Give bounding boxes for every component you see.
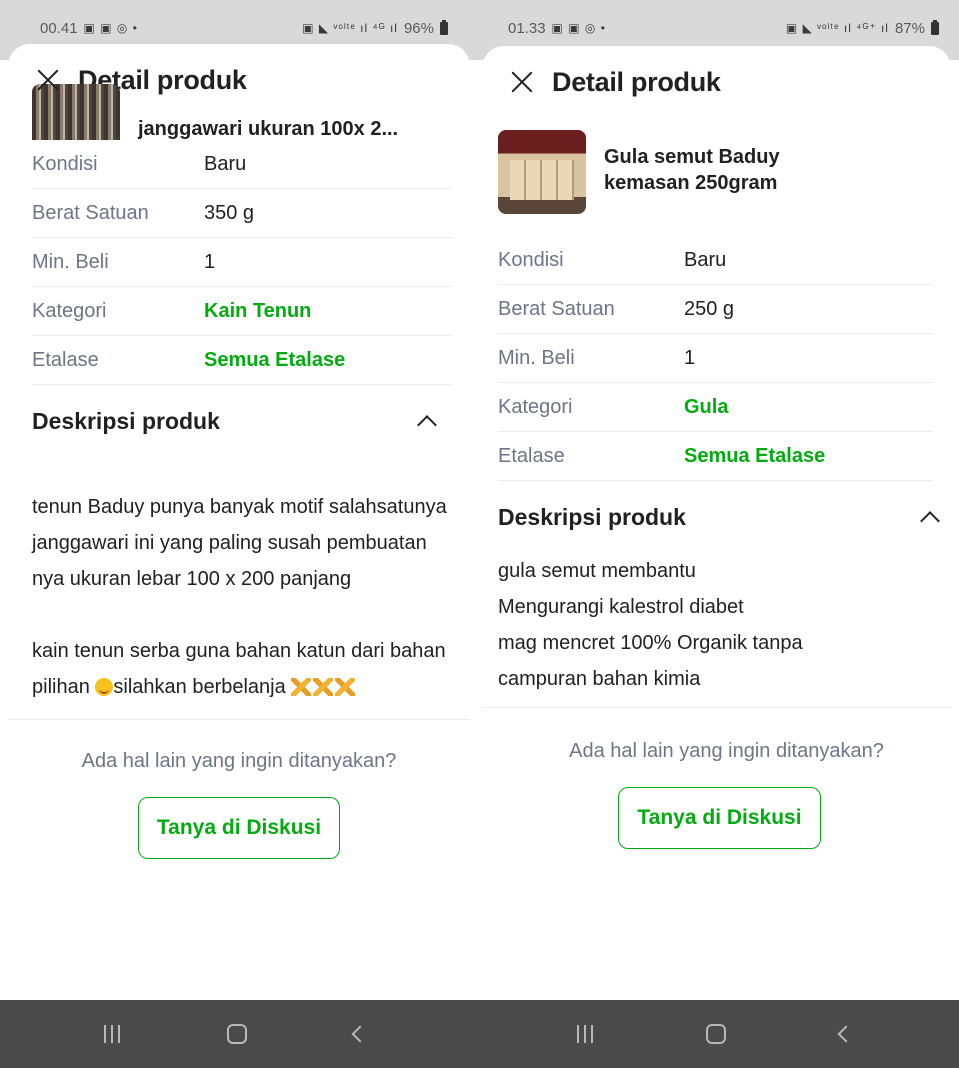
spec-label: Kondisi (498, 248, 564, 271)
system-navigation-bar (0, 1000, 470, 1068)
description-body: gula semut membantu Mengurangi kalestrol… (482, 553, 951, 697)
recents-icon[interactable] (576, 1025, 593, 1043)
etalase-link[interactable]: Semua Etalase (204, 349, 345, 372)
spec-value: Baru (204, 152, 247, 175)
spec-row-kondisi: Kondisi Baru (498, 236, 933, 285)
spec-label: Min. Beli (498, 346, 575, 369)
spec-value: 350 g (204, 201, 255, 224)
spec-label: Min. Beli (32, 250, 109, 273)
product-detail-sheet: Detail produk Gula semut Baduy kemasan 2… (482, 46, 951, 1000)
close-icon[interactable] (34, 66, 62, 94)
spec-label: Kondisi (32, 152, 98, 175)
etalase-link[interactable]: Semua Etalase (684, 445, 825, 468)
sheet-title: Detail produk (552, 66, 721, 97)
description-line: gula semut membantu (498, 560, 696, 582)
signal-icons: ▣ ◣ ᵛᵒˡᵗᵉ ıl ⁴ᴳ ıl (302, 21, 398, 35)
spec-label: Kategori (32, 299, 107, 322)
spec-row-kategori: Kategori Gula (498, 383, 933, 432)
spec-label: Berat Satuan (498, 297, 615, 320)
description-title: Deskripsi produk (32, 407, 220, 434)
discussion-button[interactable]: Tanya di Diskusi (618, 787, 821, 849)
battery-icon (440, 19, 448, 35)
status-time: 00.41 (40, 19, 78, 37)
notification-icons: ▣ ▣ ◎ • (83, 21, 138, 35)
home-icon[interactable] (226, 1024, 247, 1044)
battery-percent: 96% (403, 19, 434, 37)
notification-icons: ▣ ▣ ◎ • (551, 21, 606, 35)
status-bar: 01.33 ▣ ▣ ◎ • ▣ ◣ ᵛᵒˡᵗᵉ ıl ⁴ᴳ⁺ ıl 87% (470, 8, 959, 48)
spec-row-berat: Berat Satuan 250 g (498, 285, 933, 334)
spec-row-kondisi: Kondisi Baru (32, 140, 452, 189)
ask-prompt: Ada hal lain yang ingin ditanyakan? (569, 740, 884, 762)
description-line: campuran bahan kimia (498, 668, 701, 690)
back-icon[interactable] (837, 1025, 855, 1043)
left-phone-screen: 00.41 ▣ ▣ ◎ • ▣ ◣ ᵛᵒˡᵗᵉ ıl ⁴ᴳ ıl 96% Det… (0, 0, 470, 1068)
spec-row-berat: Berat Satuan 350 g (32, 189, 452, 238)
home-icon[interactable] (706, 1024, 727, 1044)
back-icon[interactable] (351, 1025, 369, 1043)
recents-icon[interactable] (103, 1025, 120, 1043)
description-header[interactable]: Deskripsi produk (482, 481, 951, 553)
description-paragraph: tenun Baduy punya banyak motif salahsatu… (32, 496, 447, 590)
spec-value: Baru (684, 248, 727, 271)
description-header[interactable]: Deskripsi produk (8, 385, 470, 457)
spec-label: Etalase (32, 348, 99, 371)
product-summary: Gula semut Baduy kemasan 250gram (482, 130, 951, 214)
product-name: janggawari ukuran 100x 2... (138, 118, 399, 140)
status-bar: 00.41 ▣ ▣ ◎ • ▣ ◣ ᵛᵒˡᵗᵉ ıl ⁴ᴳ ıl 96% (0, 8, 470, 48)
spec-row-etalase: Etalase Semua Etalase (32, 336, 452, 385)
product-image (498, 130, 586, 214)
battery-icon (931, 19, 939, 35)
battery-percent: 87% (894, 19, 925, 37)
pray-emoji-icon (335, 678, 356, 696)
spec-value: 1 (204, 250, 216, 273)
category-link[interactable]: Kain Tenun (204, 300, 311, 323)
product-detail-sheet: Detail produk janggawari ukuran 100x 2..… (8, 44, 470, 1000)
spec-label: Etalase (498, 444, 565, 467)
spec-label: Berat Satuan (32, 201, 149, 224)
discussion-button[interactable]: Tanya di Diskusi (137, 797, 341, 859)
system-navigation-bar (470, 1000, 959, 1068)
description-line: mag mencret 100% Organik tanpa (498, 632, 803, 654)
divider (482, 707, 951, 708)
spec-label: Kategori (498, 395, 573, 418)
status-time: 01.33 (508, 19, 546, 37)
spec-row-min-beli: Min. Beli 1 (32, 238, 452, 287)
spec-row-min-beli: Min. Beli 1 (498, 334, 933, 383)
smile-emoji-icon (95, 678, 114, 696)
pray-emoji-icon (313, 678, 334, 696)
pray-emoji-icon (291, 678, 312, 696)
spec-row-kategori: Kategori Kain Tenun (32, 287, 452, 336)
description-title: Deskripsi produk (498, 503, 686, 530)
description-line: Mengurangi kalestrol diabet (498, 596, 744, 618)
chevron-up-icon[interactable] (920, 511, 940, 531)
sheet-header: Detail produk (482, 46, 951, 118)
spec-row-etalase: Etalase Semua Etalase (498, 432, 933, 481)
description-paragraph: kain tenun serba guna bahan katun dari b… (32, 640, 446, 698)
product-name: Gula semut Baduy kemasan 250gram (604, 146, 780, 194)
spec-value: 250 g (684, 297, 735, 320)
category-link[interactable]: Gula (684, 396, 728, 419)
signal-icons: ▣ ◣ ᵛᵒˡᵗᵉ ıl ⁴ᴳ⁺ ıl (785, 21, 889, 35)
description-body: tenun Baduy punya banyak motif salahsatu… (8, 489, 470, 705)
ask-prompt: Ada hal lain yang ingin ditanyakan? (81, 750, 397, 772)
close-icon[interactable] (508, 68, 536, 96)
chevron-up-icon[interactable] (417, 415, 437, 435)
spec-value: 1 (684, 346, 696, 369)
divider (8, 719, 470, 720)
right-phone-screen: 01.33 ▣ ▣ ◎ • ▣ ◣ ᵛᵒˡᵗᵉ ıl ⁴ᴳ⁺ ıl 87% De… (470, 0, 959, 1068)
